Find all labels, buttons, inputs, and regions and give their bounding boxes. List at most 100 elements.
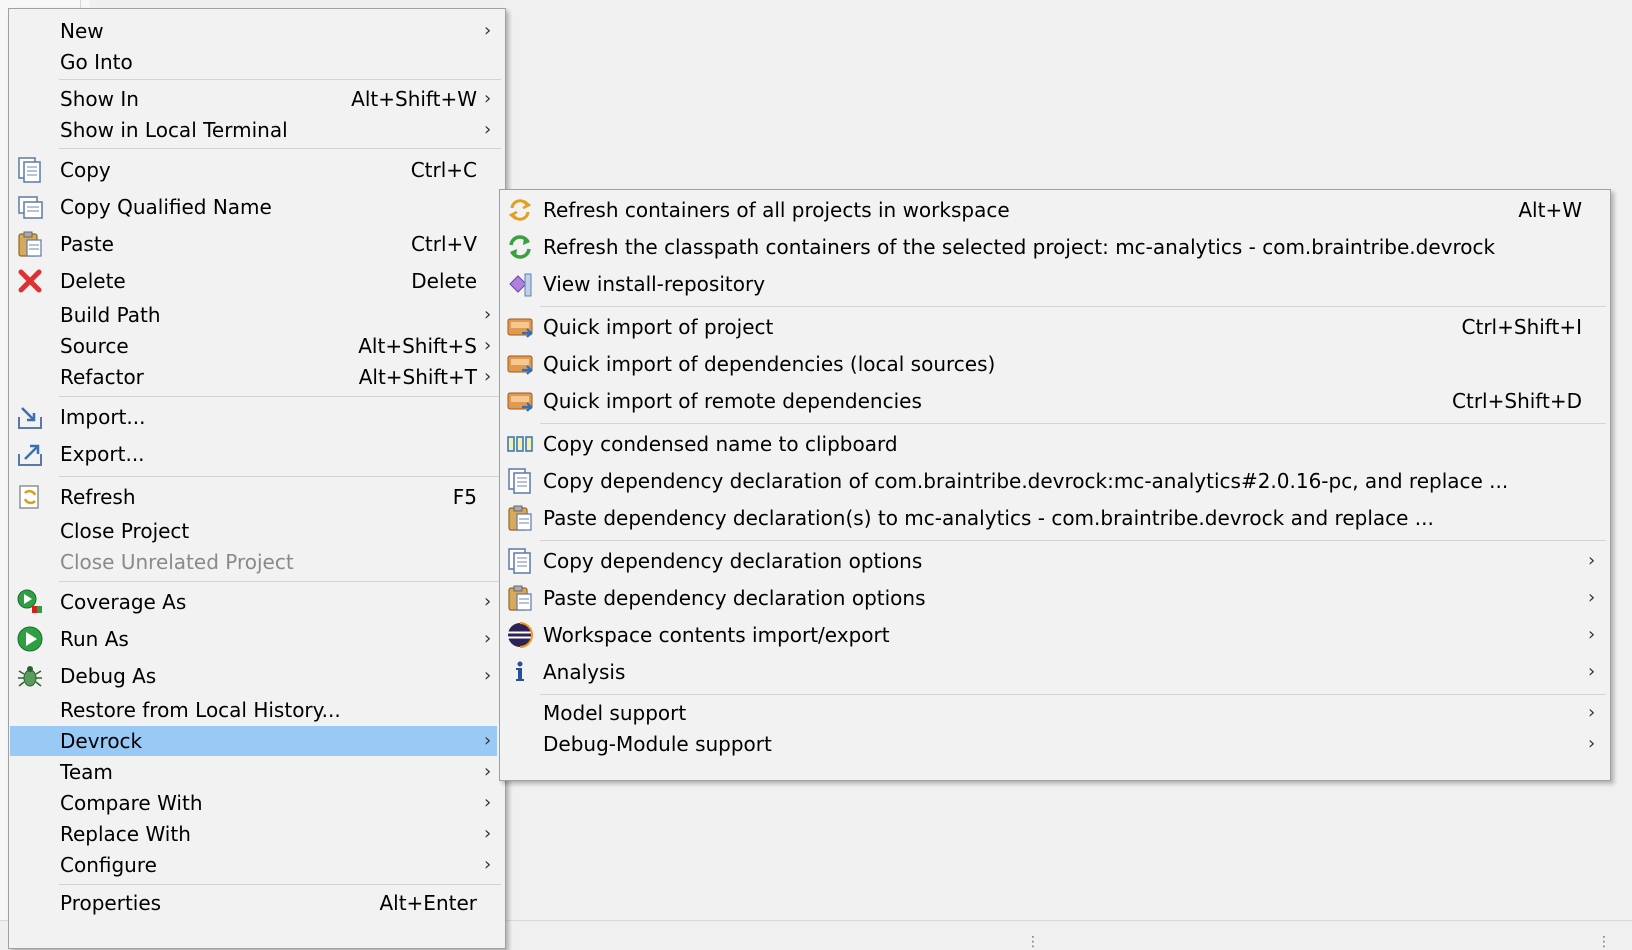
info-icon — [504, 656, 536, 688]
menu-item-compare-with[interactable]: Compare With › — [9, 788, 505, 818]
submenu-item-model-support[interactable]: Model support › — [500, 698, 1610, 728]
menu-item-export[interactable]: Export... — [9, 436, 505, 472]
submenu-arrow-icon: › — [1588, 733, 1596, 754]
menu-item-build-path[interactable]: Build Path › — [9, 300, 505, 330]
submenu-item-quick-import-project[interactable]: Quick import of project Ctrl+Shift+I — [500, 309, 1610, 345]
submenu-arrow-icon: › — [484, 730, 492, 751]
menu-item-label: Build Path — [60, 303, 161, 327]
menu-item-label: Analysis — [543, 660, 626, 684]
condensed-name-icon — [504, 428, 536, 460]
refresh-icon — [14, 481, 46, 513]
paste-icon — [504, 502, 536, 534]
menu-item-label: Refresh containers of all projects in wo… — [543, 198, 1010, 222]
submenu-item-quick-import-remote-dependencies[interactable]: Quick import of remote dependencies Ctrl… — [500, 383, 1610, 419]
submenu-item-refresh-containers-all-projects[interactable]: Refresh containers of all projects in wo… — [500, 192, 1610, 228]
context-menu: New › Go Into Show In Alt+Shift+W › Show… — [8, 8, 506, 949]
submenu-arrow-icon: › — [484, 20, 492, 41]
menu-item-paste[interactable]: Paste Ctrl+V — [9, 226, 505, 262]
submenu-item-debug-module-support[interactable]: Debug-Module support › — [500, 729, 1610, 759]
menu-separator — [59, 396, 501, 397]
menu-item-label: Paste dependency declaration(s) to mc-an… — [543, 506, 1434, 530]
menu-item-label: Workspace contents import/export — [543, 623, 890, 647]
menu-item-replace-with[interactable]: Replace With › — [9, 819, 505, 849]
menu-item-shortcut: F5 — [452, 485, 477, 509]
menu-item-label: Quick import of project — [543, 315, 774, 339]
menu-item-label: Copy — [60, 158, 111, 182]
menu-item-label: Run As — [60, 627, 129, 651]
menu-separator — [59, 581, 501, 582]
copy-icon — [14, 154, 46, 186]
menu-item-configure[interactable]: Configure › — [9, 850, 505, 880]
menu-item-import[interactable]: Import... — [9, 399, 505, 435]
menu-separator — [59, 884, 501, 885]
menu-separator — [59, 79, 501, 80]
menu-item-copy-qualified-name[interactable]: Copy Qualified Name — [9, 189, 505, 225]
menu-separator — [540, 306, 1606, 307]
menu-item-debug-as[interactable]: Debug As › — [9, 658, 505, 694]
submenu-item-copy-dependency-declaration-options[interactable]: Copy dependency declaration options › — [500, 543, 1610, 579]
import-icon — [14, 401, 46, 433]
menu-item-label: Quick import of remote dependencies — [543, 389, 922, 413]
export-icon — [14, 438, 46, 470]
submenu-item-copy-condensed-name[interactable]: Copy condensed name to clipboard — [500, 426, 1610, 462]
menu-item-new[interactable]: New › — [9, 16, 505, 46]
menu-item-properties[interactable]: Properties Alt+Enter — [9, 887, 505, 919]
submenu-arrow-icon: › — [1588, 550, 1596, 571]
quick-import-icon — [504, 385, 536, 417]
status-bar-grip-icon: ⋮ — [1026, 934, 1040, 950]
menu-separator — [540, 694, 1606, 695]
status-bar-grip-icon: ⋮ — [1597, 934, 1611, 950]
menu-item-label: Copy condensed name to clipboard — [543, 432, 898, 456]
menu-item-run-as[interactable]: Run As › — [9, 621, 505, 657]
menu-item-label: Copy dependency declaration options — [543, 549, 923, 573]
menu-item-label: Export... — [60, 442, 145, 466]
menu-item-label: Coverage As — [60, 590, 187, 614]
copy-qualified-name-icon — [14, 191, 46, 223]
menu-item-refactor[interactable]: Refactor Alt+Shift+T › — [9, 362, 505, 392]
menu-item-source[interactable]: Source Alt+Shift+S › — [9, 331, 505, 361]
menu-item-label: Configure — [60, 853, 157, 877]
menu-item-devrock[interactable]: Devrock › — [10, 726, 497, 756]
menu-item-label: Replace With — [60, 822, 191, 846]
menu-item-label: Source — [60, 334, 129, 358]
menu-item-label: Close Project — [60, 519, 190, 543]
submenu-item-refresh-classpath-containers[interactable]: Refresh the classpath containers of the … — [500, 229, 1610, 265]
menu-item-label: Copy Qualified Name — [60, 195, 272, 219]
menu-item-label: View install-repository — [543, 272, 766, 296]
run-icon — [14, 623, 46, 655]
menu-item-team[interactable]: Team › — [9, 757, 505, 787]
submenu-arrow-icon: › — [484, 88, 492, 109]
menu-item-label: Go Into — [60, 50, 133, 74]
menu-item-shortcut: Alt+W — [1518, 198, 1582, 222]
menu-item-go-into[interactable]: Go Into — [9, 47, 505, 77]
menu-item-label: Compare With — [60, 791, 203, 815]
menu-item-refresh[interactable]: Refresh F5 — [9, 479, 505, 515]
devrock-submenu: Refresh containers of all projects in wo… — [499, 189, 1611, 781]
menu-item-restore-from-local-history[interactable]: Restore from Local History... — [9, 695, 505, 725]
menu-separator — [540, 540, 1606, 541]
menu-item-label: Restore from Local History... — [60, 698, 341, 722]
submenu-arrow-icon: › — [484, 854, 492, 875]
menu-item-close-project[interactable]: Close Project — [9, 516, 505, 546]
menu-item-coverage-as[interactable]: Coverage As › — [9, 584, 505, 620]
menu-item-copy[interactable]: Copy Ctrl+C — [9, 152, 505, 188]
refresh-classpath-icon — [504, 231, 536, 263]
submenu-arrow-icon: › — [484, 591, 492, 612]
menu-item-label: Paste — [60, 232, 114, 256]
submenu-item-analysis[interactable]: Analysis › — [500, 654, 1610, 690]
submenu-item-copy-dependency-declaration[interactable]: Copy dependency declaration of com.brain… — [500, 463, 1610, 499]
submenu-item-paste-dependency-declaration[interactable]: Paste dependency declaration(s) to mc-an… — [500, 500, 1610, 536]
submenu-item-view-install-repository[interactable]: View install-repository — [500, 266, 1610, 302]
menu-item-label: Show In — [60, 87, 139, 111]
submenu-arrow-icon: › — [1588, 661, 1596, 682]
menu-item-show-in[interactable]: Show In Alt+Shift+W › — [9, 84, 505, 114]
submenu-item-workspace-contents-import-export[interactable]: Workspace contents import/export › — [500, 617, 1610, 653]
submenu-arrow-icon: › — [484, 628, 492, 649]
submenu-item-paste-dependency-declaration-options[interactable]: Paste dependency declaration options › — [500, 580, 1610, 616]
refresh-containers-icon — [504, 194, 536, 226]
menu-item-delete[interactable]: Delete Delete — [9, 263, 505, 299]
menu-item-label: New — [60, 19, 104, 43]
paste-icon — [14, 228, 46, 260]
menu-item-show-in-local-terminal[interactable]: Show in Local Terminal › — [9, 115, 505, 145]
submenu-item-quick-import-dependencies-local[interactable]: Quick import of dependencies (local sour… — [500, 346, 1610, 382]
